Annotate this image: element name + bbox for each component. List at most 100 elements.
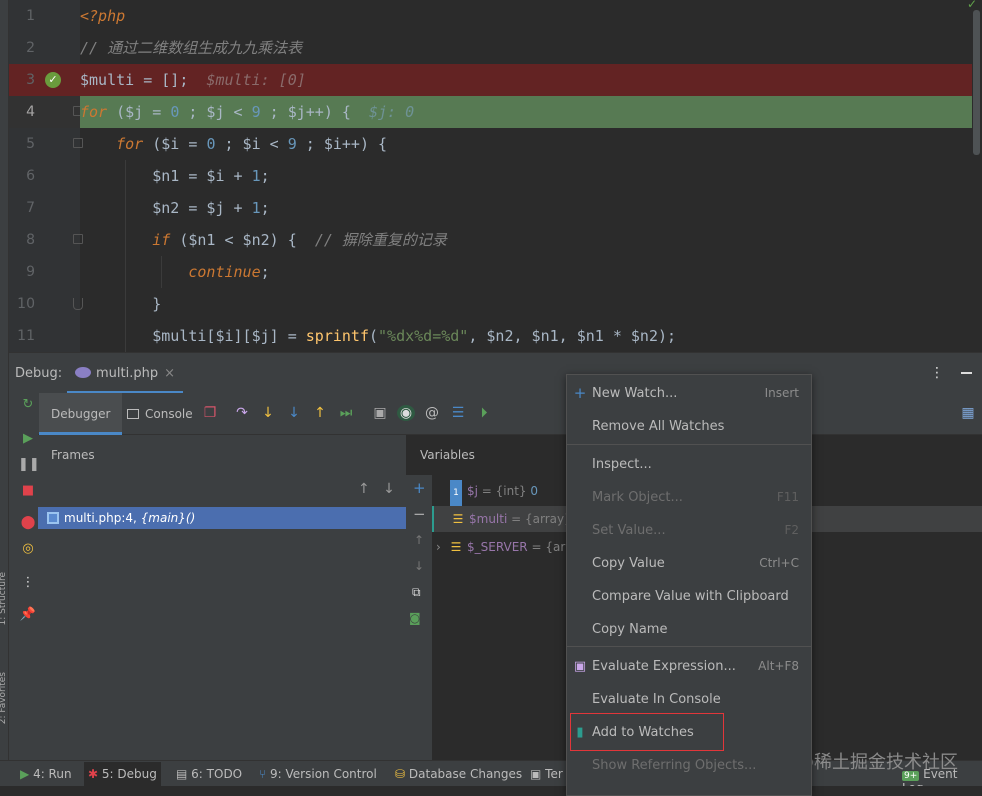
menu-shortcut: Alt+F8 bbox=[758, 659, 799, 673]
code-text: ($j = bbox=[107, 103, 171, 121]
code-number: 9 bbox=[287, 135, 297, 153]
frame-location: {main}() bbox=[140, 511, 196, 525]
todo-tool-button[interactable]: ▤ 6: TODO bbox=[176, 767, 242, 781]
code-line-3: 3 ✓ $multi = []; $multi: [0] bbox=[9, 64, 972, 96]
code-editor[interactable]: ✓ 1 <?php 2 // 通过二维数组生成九九乘法表 3 ✓ $multi … bbox=[9, 0, 982, 352]
line-number: 5 bbox=[26, 136, 35, 152]
evaluate-icon[interactable]: ▣ bbox=[371, 405, 389, 421]
code-line-11: 11 $multi[$i][$j] = sprintf("%dx%d=%d", … bbox=[9, 320, 972, 352]
menu-copy-name[interactable]: Copy Name bbox=[567, 613, 811, 646]
database-icon: ⛁ bbox=[395, 767, 406, 781]
variable-type: = {arr bbox=[527, 540, 570, 554]
menu-evaluate-console[interactable]: Evaluate In Console bbox=[567, 683, 811, 716]
move-down-icon[interactable]: ↓ bbox=[414, 559, 424, 573]
line-number: 1 bbox=[26, 8, 35, 24]
variable-name: $multi bbox=[469, 512, 508, 526]
stop-icon[interactable]: ■ bbox=[18, 483, 38, 498]
run-icon: ▶ bbox=[20, 767, 30, 781]
menu-compare-clipboard[interactable]: Compare Value with Clipboard bbox=[567, 580, 811, 613]
line-number: 10 bbox=[17, 296, 35, 312]
line-number: 11 bbox=[17, 328, 35, 344]
force-step-into-icon[interactable]: ↓ bbox=[285, 405, 303, 421]
tab-debugger[interactable]: Debugger bbox=[39, 393, 123, 435]
line-number: 6 bbox=[26, 168, 35, 184]
view-breakpoints-icon[interactable]: ⬤ bbox=[18, 515, 38, 530]
menu-label: Copy Value bbox=[592, 556, 665, 571]
menu-mark-object[interactable]: Mark Object... F11 bbox=[567, 481, 811, 514]
console-tab-label: Console bbox=[145, 407, 193, 421]
variable-type: = {array} bbox=[507, 512, 572, 526]
menu-set-value[interactable]: Set Value... F2 bbox=[567, 514, 811, 547]
frame-up-icon[interactable]: ↑ bbox=[358, 481, 370, 497]
menu-new-watch[interactable]: + New Watch... Insert bbox=[567, 377, 811, 410]
variable-name: $_SERVER bbox=[467, 540, 528, 554]
debug-tool-window-header: Debug: multi.php × ⋮ bbox=[9, 352, 982, 394]
run-to-cursor-icon[interactable]: ⏭ bbox=[337, 405, 355, 421]
menu-evaluate-expression[interactable]: ▣ Evaluate Expression... Alt+F8 bbox=[567, 650, 811, 683]
code-text: ; bbox=[260, 263, 270, 281]
more-options-icon[interactable]: ⋮ bbox=[930, 365, 944, 381]
run-tool-button[interactable]: ▶ 4: Run bbox=[20, 767, 72, 781]
frame-icon bbox=[47, 512, 59, 524]
console-icon bbox=[127, 409, 139, 419]
step-out-icon[interactable]: ↑ bbox=[311, 405, 329, 421]
int-type-icon: 1 bbox=[450, 480, 462, 506]
debug-tool-button[interactable]: ✱ 5: Debug bbox=[84, 762, 161, 787]
close-tab-icon[interactable]: × bbox=[164, 366, 175, 381]
show-execution-point-icon[interactable]: ◉ bbox=[397, 405, 415, 421]
rerun-icon[interactable]: ↻ bbox=[18, 397, 38, 412]
duplicate-watch-icon[interactable]: ⧉ bbox=[412, 585, 421, 600]
remove-watch-icon[interactable]: − bbox=[413, 505, 426, 523]
code-function: sprintf bbox=[305, 327, 369, 345]
code-line-4: 4 for ($j = 0 ; $j < 9 ; $j++) { $j: 0 bbox=[9, 96, 972, 128]
pin-icon[interactable]: 📌 bbox=[18, 607, 38, 622]
frames-list-icon[interactable]: ☰ bbox=[449, 405, 467, 421]
frame-row-selected[interactable]: multi.php:4, {main}() bbox=[38, 507, 406, 529]
debug-label: Debug: bbox=[15, 366, 63, 381]
code-line-5: 5 for ($i = 0 ; $i < 9 ; $i++) { bbox=[9, 128, 972, 160]
menu-show-referring-objects[interactable]: Show Referring Objects... bbox=[567, 749, 811, 782]
vcs-tool-button[interactable]: ⑂ 9: Version Control bbox=[259, 767, 377, 781]
frame-file: multi.php:4, bbox=[64, 511, 141, 525]
watch-icon[interactable]: @ bbox=[423, 405, 441, 421]
tab-console[interactable]: Console bbox=[127, 393, 193, 435]
add-watch-icon[interactable]: + bbox=[413, 479, 426, 497]
code-number: 9 bbox=[251, 103, 261, 121]
line-number: 4 bbox=[26, 104, 35, 120]
frames-panel-header: Frames bbox=[38, 435, 406, 505]
resume-icon[interactable]: ▶ bbox=[18, 431, 38, 446]
layout-settings-icon[interactable]: ▦ bbox=[959, 405, 977, 421]
expand-chevron-icon[interactable]: › bbox=[436, 534, 444, 560]
code-text: ; bbox=[260, 167, 270, 185]
more-icon[interactable]: ⋮ bbox=[18, 575, 38, 590]
structure-tool-label[interactable]: 1: Structure bbox=[0, 572, 8, 626]
code-line-6: 6 $n1 = $i + 1; bbox=[9, 160, 972, 192]
pause-icon[interactable]: ❚❚ bbox=[18, 457, 40, 472]
menu-label: Copy Name bbox=[592, 622, 668, 637]
favorites-tool-label[interactable]: 2: Favorites bbox=[0, 672, 8, 724]
debug-session-tab[interactable]: multi.php × bbox=[67, 357, 184, 394]
frames-title: Frames bbox=[51, 448, 95, 462]
threads-icon[interactable]: ⏵ bbox=[475, 405, 493, 421]
terminal-tool-button[interactable]: ▣ Ter bbox=[530, 767, 563, 781]
db-changes-tool-button[interactable]: ⛁ Database Changes bbox=[395, 767, 522, 781]
menu-remove-all-watches[interactable]: Remove All Watches bbox=[567, 410, 811, 443]
step-into-icon[interactable]: ↓ bbox=[259, 405, 277, 421]
breakpoint-check-icon[interactable]: ✓ bbox=[45, 72, 61, 88]
code-line-1: 1 <?php bbox=[9, 0, 972, 32]
frames-list[interactable]: multi.php:4, {main}() bbox=[38, 505, 406, 760]
menu-label: Inspect... bbox=[592, 457, 652, 472]
show-watches-icon[interactable]: ◙ bbox=[409, 611, 421, 625]
restore-layout-icon[interactable]: ❐ bbox=[201, 405, 219, 421]
mute-breakpoints-icon[interactable]: ◎ bbox=[18, 541, 38, 556]
code-number: 1 bbox=[251, 167, 261, 185]
step-over-icon[interactable]: ↷ bbox=[233, 405, 251, 421]
editor-scrollbar[interactable] bbox=[973, 10, 980, 155]
menu-copy-value[interactable]: Copy Value Ctrl+C bbox=[567, 547, 811, 580]
menu-inspect[interactable]: Inspect... bbox=[567, 448, 811, 481]
frame-down-icon[interactable]: ↓ bbox=[383, 481, 395, 497]
evaluate-icon: ▣ bbox=[573, 659, 587, 674]
minimize-icon[interactable] bbox=[961, 372, 972, 374]
code-keyword: for bbox=[80, 103, 108, 121]
move-up-icon[interactable]: ↑ bbox=[414, 533, 424, 547]
